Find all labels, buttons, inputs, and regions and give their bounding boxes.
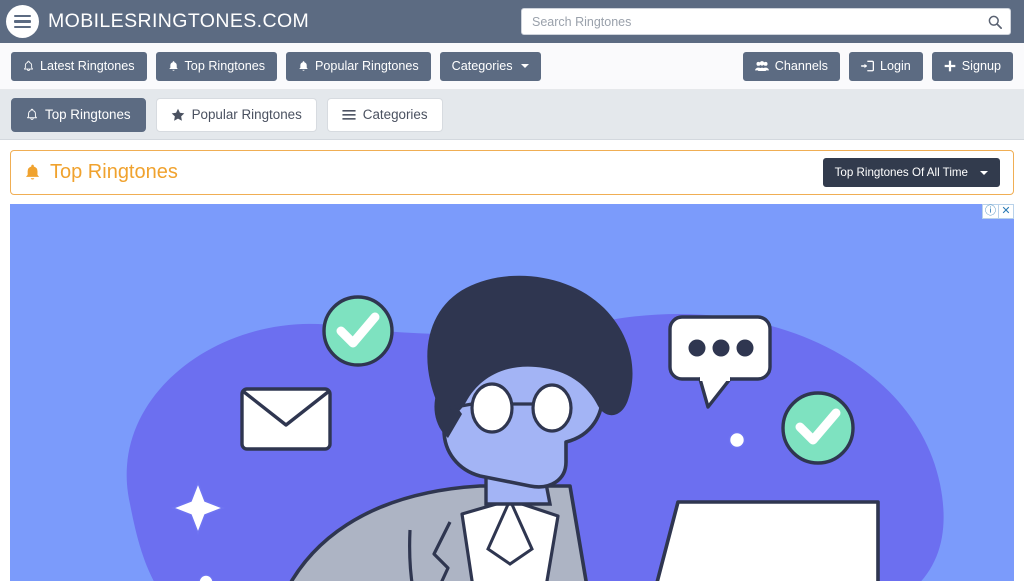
caret-down-icon [520, 64, 529, 68]
nav-item-label: Categories [451, 58, 513, 73]
tab-categories[interactable]: Categories [326, 97, 443, 132]
page-title: Top Ringtones [24, 161, 178, 184]
users-icon [754, 61, 769, 71]
search-input[interactable] [521, 8, 1011, 35]
tab-top-ringtones[interactable]: Top Ringtones [11, 97, 146, 132]
sort-dropdown-label: Top Ringtones Of All Time [834, 166, 968, 179]
star-filled-icon [171, 108, 184, 121]
nav-signup-button[interactable]: Signup [931, 51, 1013, 81]
page-title-text: Top Ringtones [50, 161, 178, 183]
tab-label: Categories [362, 106, 428, 122]
top-ringtones-panel-header: Top Ringtones Top Ringtones Of All Time [10, 150, 1014, 195]
search-box[interactable] [521, 8, 1011, 35]
glasses-right-lens [531, 383, 573, 433]
nav-item-label: Login [879, 58, 911, 73]
nav-item-label: Top Ringtones [184, 58, 266, 73]
bars-icon [342, 109, 356, 120]
nav-categories-dropdown-button[interactable]: Categories [439, 51, 541, 81]
secondary-tab-bar: Top Ringtones Popular Ringtones Categori… [0, 90, 1024, 140]
bell-outline-icon [27, 108, 37, 120]
primary-nav-right: Channels Login Signup [742, 51, 1013, 81]
ad-illustration [10, 204, 1014, 581]
primary-nav: Latest Ringtones Top Ringtones Popular R… [0, 43, 1024, 90]
plus-icon [944, 60, 956, 72]
brand-name: MOBILESRINGTONES.COM [48, 10, 310, 32]
caret-down-icon [980, 170, 988, 175]
bell-filled-icon [299, 60, 308, 71]
nav-item-label: Channels [774, 58, 828, 73]
brand-logo-link[interactable]: MOBILESRINGTONES.COM [6, 5, 309, 38]
sign-in-icon [860, 60, 874, 72]
site-header: MOBILESRINGTONES.COM [0, 0, 1024, 43]
hamburger-circle-icon[interactable] [6, 5, 39, 38]
nav-item-label: Latest Ringtones [40, 58, 135, 73]
check-badge-right [781, 391, 855, 465]
adchoices-controls[interactable]: ⓘ ✕ [982, 204, 1014, 219]
nav-top-ringtones-button[interactable]: Top Ringtones [155, 51, 278, 81]
envelope-icon [240, 387, 332, 451]
search-submit-button[interactable] [982, 8, 1008, 35]
adchoices-info-icon[interactable]: ⓘ [983, 204, 998, 219]
ad-banner[interactable]: ⓘ ✕ [10, 204, 1014, 581]
adchoices-close-icon[interactable]: ✕ [998, 204, 1013, 219]
glasses-left-lens [470, 382, 514, 434]
dot-small-right [728, 431, 746, 449]
nav-latest-ringtones-button[interactable]: Latest Ringtones [11, 51, 147, 81]
primary-nav-left: Latest Ringtones Top Ringtones Popular R… [11, 51, 541, 81]
bell-outline-icon [23, 60, 34, 71]
search-icon [988, 15, 1002, 29]
nav-channels-button[interactable]: Channels [742, 51, 840, 81]
check-badge-left [322, 295, 394, 367]
bell-filled-icon [168, 60, 178, 71]
bell-filled-icon [25, 164, 40, 179]
tab-popular-ringtones[interactable]: Popular Ringtones [155, 97, 317, 132]
nav-item-label: Signup [961, 58, 1001, 73]
sort-dropdown-button[interactable]: Top Ringtones Of All Time [822, 158, 1000, 187]
nav-popular-ringtones-button[interactable]: Popular Ringtones [286, 51, 431, 81]
tab-label: Top Ringtones [45, 106, 131, 122]
nav-item-label: Popular Ringtones [315, 58, 419, 73]
nav-login-button[interactable]: Login [848, 51, 923, 81]
tab-label: Popular Ringtones [191, 106, 302, 122]
